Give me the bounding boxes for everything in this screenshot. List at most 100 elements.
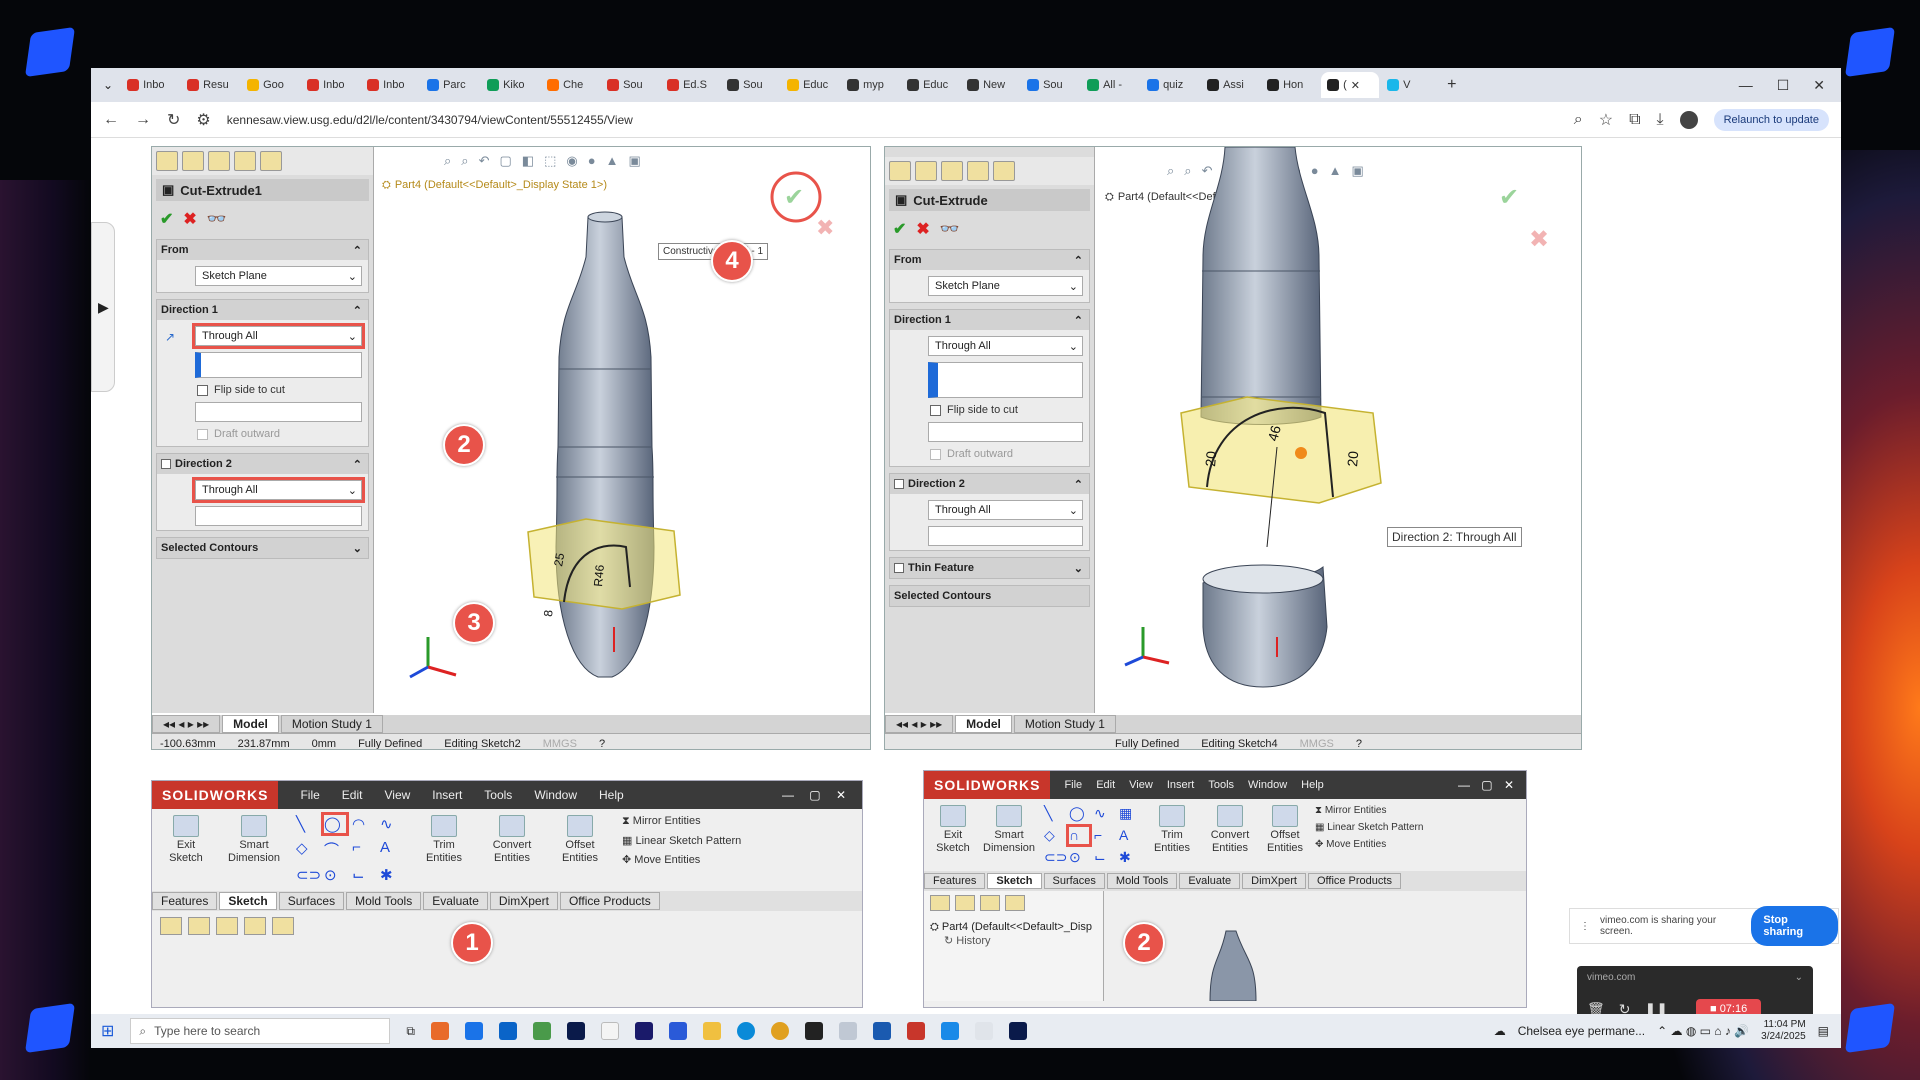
- word-icon[interactable]: [872, 1022, 891, 1040]
- tree-history[interactable]: ↻ History: [930, 934, 1097, 947]
- side-panel-toggle[interactable]: ▶: [91, 222, 115, 392]
- fillet-icon[interactable]: ⌐: [352, 839, 374, 860]
- tab-model[interactable]: Model: [955, 715, 1012, 733]
- from-select[interactable]: Sketch Plane ⌄: [195, 266, 362, 286]
- tangent-arc-icon[interactable]: ⌒: [324, 839, 346, 860]
- smart-dimension-button[interactable]: Smart Dimension: [228, 815, 280, 885]
- browser-tab[interactable]: Sou: [721, 72, 779, 98]
- move-entities-button[interactable]: ✥ Move Entities: [622, 853, 741, 866]
- relaunch-button[interactable]: Relaunch to update: [1713, 108, 1829, 131]
- tab-scroll-icon[interactable]: ◂◂ ◂ ▸ ▸▸: [885, 715, 954, 733]
- collapse-icon[interactable]: ⌃: [1074, 314, 1083, 327]
- menu-tools[interactable]: Tools: [1208, 779, 1234, 791]
- windows-start-icon[interactable]: ⊞: [101, 1021, 114, 1041]
- close-icon[interactable]: ✕: [1813, 77, 1825, 94]
- tab-features[interactable]: Features: [924, 873, 986, 889]
- direction2-draft-field[interactable]: [928, 526, 1083, 546]
- notification-icon[interactable]: ▤: [1818, 1024, 1829, 1038]
- dimxpert-icon[interactable]: [244, 917, 266, 935]
- trim-entities-button[interactable]: Trim Entities: [1149, 805, 1195, 865]
- tab-sketch[interactable]: Sketch: [987, 873, 1042, 889]
- collapse-icon[interactable]: ⌃: [353, 244, 362, 257]
- direction1-select[interactable]: Through All ⌄: [928, 336, 1083, 356]
- menu-insert[interactable]: Insert: [1167, 779, 1195, 791]
- extensions-icon[interactable]: ⧉: [1629, 111, 1640, 129]
- feature-tree-icon[interactable]: [930, 895, 950, 911]
- tab-motion-study[interactable]: Motion Study 1: [280, 715, 383, 733]
- expand-icon[interactable]: ⌄: [353, 542, 362, 555]
- tab-dimxpert[interactable]: DimXpert: [489, 892, 558, 910]
- circle-icon[interactable]: ◯: [1069, 805, 1089, 822]
- offset-entities-button[interactable]: Offset Entities: [554, 815, 606, 885]
- fillet-icon[interactable]: ⌐: [1094, 827, 1114, 844]
- graphics-area-small[interactable]: [1106, 891, 1526, 1001]
- browser-tab[interactable]: quiz: [1141, 72, 1199, 98]
- spline-icon[interactable]: ∿: [380, 815, 402, 833]
- cancel-x-icon[interactable]: ✖: [183, 209, 196, 229]
- exit-sketch-button[interactable]: Exit Sketch: [932, 805, 974, 865]
- browser-tab[interactable]: Che: [541, 72, 599, 98]
- menu-edit[interactable]: Edit: [342, 788, 363, 802]
- feature-tree-icon[interactable]: [889, 161, 911, 181]
- collapse-icon[interactable]: ⌃: [353, 304, 362, 317]
- tab-office-products[interactable]: Office Products: [1307, 873, 1401, 889]
- new-tab-button[interactable]: +: [1441, 72, 1462, 98]
- polygon-icon[interactable]: ◇: [1044, 827, 1064, 844]
- config-icon[interactable]: [208, 151, 230, 171]
- direction1-vector-field[interactable]: [195, 352, 362, 378]
- browser-tab[interactable]: Assi: [1201, 72, 1259, 98]
- menu-window[interactable]: Window: [534, 788, 577, 802]
- direction2-select[interactable]: Through All ⌄: [928, 500, 1083, 520]
- graphics-area-right[interactable]: ⌕⌕↶▢◧⬚◉●▲▣ ⛭Part4 (Default<<Default>_...…: [1097, 147, 1581, 713]
- feature-tree-icon[interactable]: [160, 917, 182, 935]
- property-icon[interactable]: [188, 917, 210, 935]
- browser-tab[interactable]: Kiko: [481, 72, 539, 98]
- thin-feature-checkbox[interactable]: [894, 563, 904, 573]
- after-effects-icon[interactable]: [634, 1022, 653, 1040]
- draft-angle-field[interactable]: [928, 422, 1083, 442]
- display-icon[interactable]: [272, 917, 294, 935]
- back-icon[interactable]: ←: [103, 111, 119, 129]
- browser-tab[interactable]: Sou: [1021, 72, 1079, 98]
- edge-icon[interactable]: [736, 1022, 755, 1040]
- browser-tab[interactable]: Parc: [421, 72, 479, 98]
- news-ticker[interactable]: Chelsea eye permane...: [1518, 1024, 1645, 1038]
- bookmark-star-icon[interactable]: ☆: [1599, 110, 1613, 130]
- app-icon[interactable]: [974, 1022, 993, 1040]
- display-icon[interactable]: [993, 161, 1015, 181]
- status-units[interactable]: MMGS: [543, 738, 577, 750]
- draft-angle-field[interactable]: [195, 402, 362, 422]
- expand-icon[interactable]: ⌄: [1074, 562, 1083, 575]
- download-icon[interactable]: ⤓: [1657, 111, 1664, 129]
- minimize-icon[interactable]: ⌄: [1795, 972, 1803, 983]
- browser-tab[interactable]: Ed.S: [661, 72, 719, 98]
- tab-scroll-icon[interactable]: ◂◂ ◂ ▸ ▸▸: [152, 715, 221, 733]
- tab-evaluate[interactable]: Evaluate: [423, 892, 488, 910]
- direction2-draft-field[interactable]: [195, 506, 362, 526]
- collapse-icon[interactable]: ⌃: [1074, 478, 1083, 491]
- zoom-icon[interactable]: ⌕: [1574, 111, 1583, 129]
- browser-tab[interactable]: Educ: [781, 72, 839, 98]
- tab-model[interactable]: Model: [222, 715, 279, 733]
- url-field[interactable]: kennesaw.view.usg.edu/d2l/le/content/343…: [227, 113, 1558, 127]
- plane-icon[interactable]: ▦: [1119, 805, 1139, 822]
- chamfer-icon[interactable]: ⌙: [1094, 849, 1114, 866]
- drag-handle-icon[interactable]: ⋮: [1580, 921, 1590, 932]
- direction2-select[interactable]: Through All ⌄: [192, 477, 365, 503]
- browser-tab[interactable]: Goo: [241, 72, 299, 98]
- site-info-icon[interactable]: ⚙: [196, 110, 210, 130]
- task-view-icon[interactable]: ⧉: [406, 1024, 415, 1039]
- stop-sharing-button[interactable]: Stop sharing: [1751, 906, 1838, 946]
- app-icon[interactable]: [464, 1022, 483, 1040]
- menu-view[interactable]: View: [1129, 779, 1153, 791]
- menu-help[interactable]: Help: [599, 788, 624, 802]
- app-icon[interactable]: [532, 1022, 551, 1040]
- convert-entities-button[interactable]: Convert Entities: [1205, 805, 1255, 865]
- flip-side-checkbox[interactable]: Flip side to cut: [197, 384, 368, 396]
- menu-file[interactable]: File: [1064, 779, 1082, 791]
- browser-tab[interactable]: Hon: [1261, 72, 1319, 98]
- clock[interactable]: 11:04 PM 3/24/2025: [1761, 1019, 1806, 1043]
- browser-tab[interactable]: All -: [1081, 72, 1139, 98]
- arc-icon[interactable]: ∩: [1066, 824, 1092, 847]
- browser-tab[interactable]: Resu: [181, 72, 239, 98]
